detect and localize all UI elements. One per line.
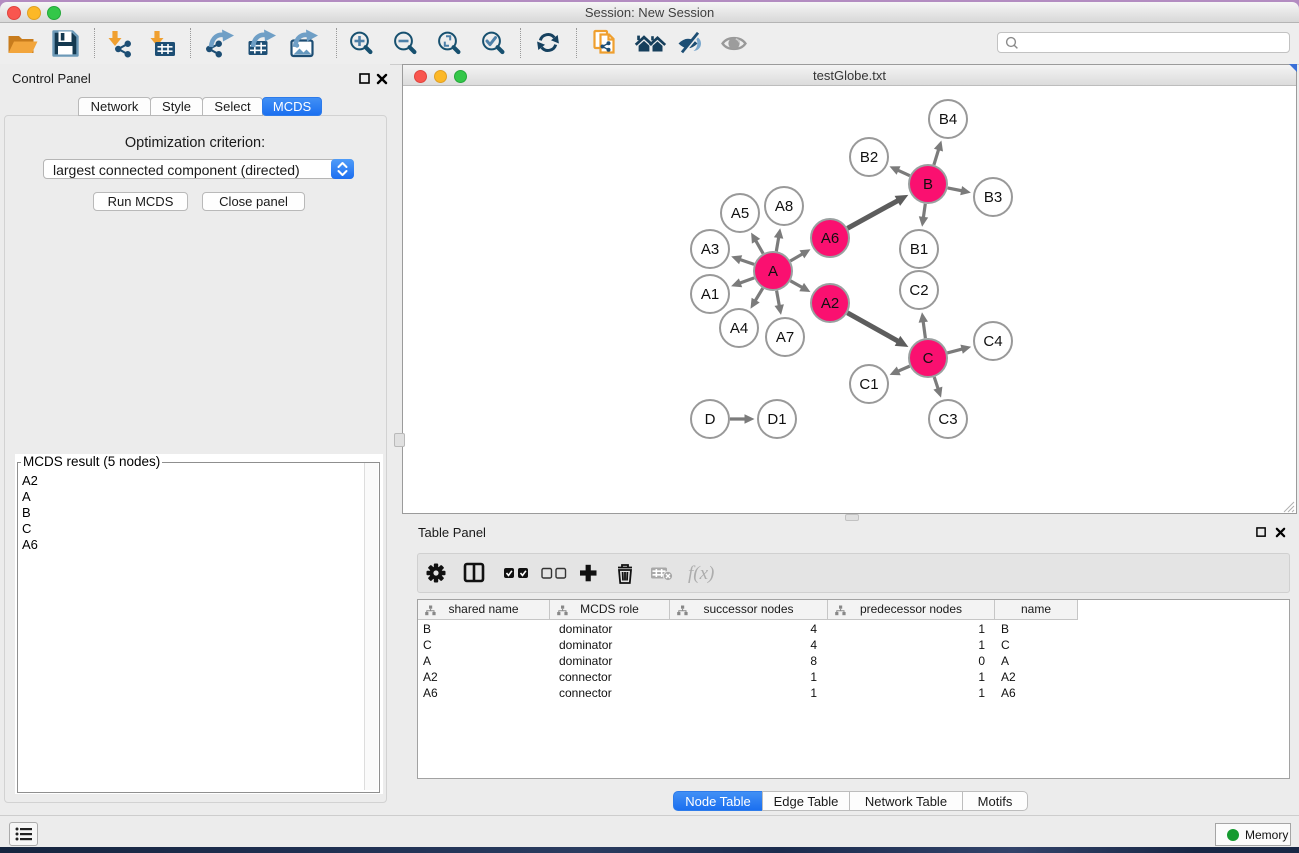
svg-text:B3: B3 [984,189,1002,206]
svg-text:f(x): f(x) [688,563,714,584]
svg-text:A3: A3 [701,241,719,258]
svg-text:A2: A2 [821,295,839,312]
svg-text:B: B [923,176,933,193]
svg-text:B1: B1 [910,241,928,258]
svg-text:C: C [923,350,934,367]
svg-text:A5: A5 [731,205,749,222]
svg-text:C2: C2 [909,282,928,299]
svg-text:D1: D1 [767,411,786,428]
svg-text:A1: A1 [701,286,719,303]
svg-text:C3: C3 [938,411,957,428]
svg-text:A7: A7 [776,329,794,346]
svg-text:D: D [705,411,716,428]
svg-text:A8: A8 [775,198,793,215]
svg-text:A6: A6 [821,230,839,247]
svg-text:B2: B2 [860,149,878,166]
svg-text:A: A [768,263,778,280]
svg-text:A4: A4 [730,320,748,337]
svg-text:B4: B4 [939,111,957,128]
svg-text:C1: C1 [859,376,878,393]
svg-text:C4: C4 [983,333,1002,350]
